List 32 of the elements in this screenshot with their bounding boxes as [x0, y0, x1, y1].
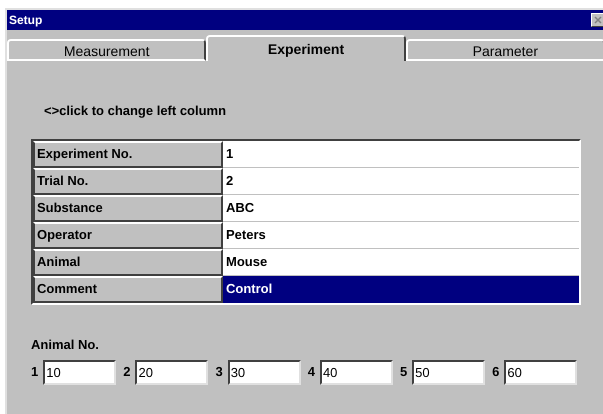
- animal-no-label: Animal No.: [31, 336, 100, 354]
- animal-no-field[interactable]: 20: [135, 360, 208, 385]
- field-index: 4: [308, 363, 315, 381]
- value-cell[interactable]: 1: [223, 140, 579, 168]
- field-index: 5: [400, 363, 408, 381]
- animal-no-field[interactable]: 30: [228, 360, 301, 385]
- animal-no-field[interactable]: 40: [320, 360, 393, 385]
- close-button[interactable]: [591, 13, 603, 27]
- field-index: 1: [31, 363, 38, 381]
- animal-no-field[interactable]: 10: [43, 360, 116, 385]
- row-label[interactable]: Substance: [33, 194, 223, 222]
- row-label[interactable]: Operator: [33, 222, 223, 248]
- row-label[interactable]: Experiment No.: [33, 140, 223, 168]
- tab[interactable]: Measurement: [7, 39, 206, 61]
- field-index: 2: [123, 363, 130, 381]
- field-index: 3: [215, 363, 223, 381]
- animal-no-field[interactable]: 50: [412, 360, 486, 385]
- field-index: 6: [492, 363, 500, 381]
- tab[interactable]: Experiment: [206, 35, 406, 61]
- animal-no-field[interactable]: 60: [504, 360, 578, 385]
- close-icon: [594, 16, 602, 24]
- value-cell[interactable]: ABC: [223, 194, 579, 222]
- value-cell[interactable]: Control: [223, 276, 579, 302]
- window-title: Setup: [9, 12, 42, 29]
- value-cell[interactable]: Peters: [223, 222, 579, 248]
- value-cell[interactable]: 2: [223, 168, 579, 194]
- value-cell[interactable]: Mouse: [223, 248, 579, 276]
- row-label[interactable]: Trial No.: [33, 168, 223, 194]
- tab[interactable]: Parameter: [406, 39, 603, 61]
- row-label[interactable]: Animal: [33, 248, 223, 276]
- row-label[interactable]: Comment: [33, 276, 223, 302]
- hint-text: <>click to change left column: [44, 102, 228, 120]
